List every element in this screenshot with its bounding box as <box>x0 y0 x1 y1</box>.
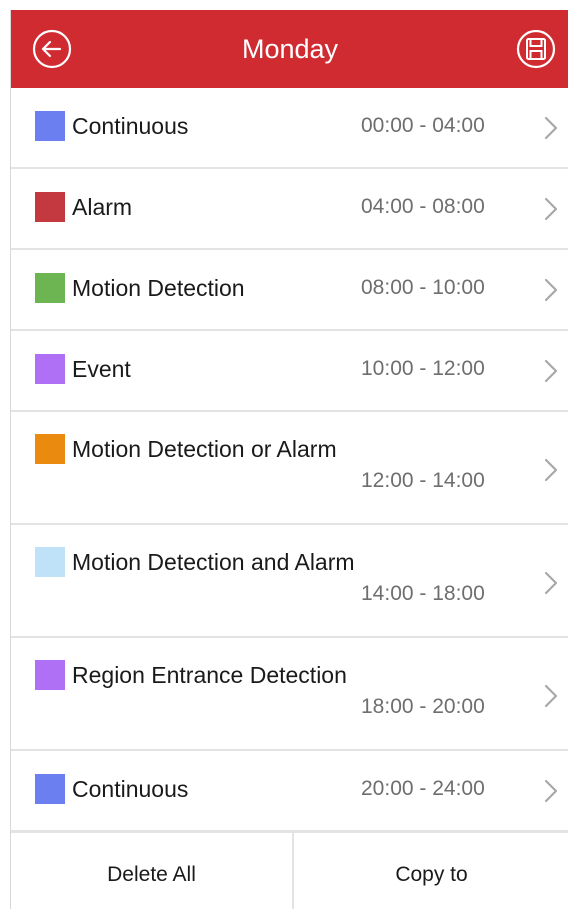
schedule-type-color-swatch <box>35 660 65 690</box>
schedule-type-label: Motion Detection <box>72 275 245 301</box>
header-bar: Monday <box>11 10 568 88</box>
schedule-type-label: Motion Detection or Alarm <box>72 436 337 462</box>
schedule-row[interactable]: Continuous 20:00 - 24:00 <box>11 751 568 832</box>
copy-to-button[interactable]: Copy to <box>294 833 568 909</box>
schedule-type-label: Continuous <box>72 113 189 139</box>
chevron-right-icon <box>544 571 558 595</box>
chevron-right-icon <box>544 197 558 221</box>
schedule-type-label: Alarm <box>72 194 133 220</box>
schedule-row[interactable]: Event 10:00 - 12:00 <box>11 331 568 412</box>
schedule-type-color-swatch <box>35 547 65 577</box>
schedule-row[interactable]: Continuous 00:00 - 04:00 <box>11 88 568 169</box>
schedule-time-range: 10:00 - 12:00 <box>361 357 485 380</box>
chevron-right-icon <box>544 116 558 140</box>
schedule-type-label: Motion Detection and Alarm <box>72 549 355 575</box>
chevron-right-icon <box>544 359 558 383</box>
save-button[interactable] <box>515 28 557 70</box>
schedule-time-range: 00:00 - 04:00 <box>361 114 485 137</box>
schedule-type-color-swatch <box>35 774 65 804</box>
chevron-right-icon <box>544 278 558 302</box>
schedule-time-range: 12:00 - 14:00 <box>361 469 485 492</box>
schedule-time-range: 18:00 - 20:00 <box>361 695 485 718</box>
schedule-row[interactable]: Motion Detection and Alarm 14:00 - 18:00 <box>11 525 568 638</box>
schedule-row[interactable]: Region Entrance Detection 18:00 - 20:00 <box>11 638 568 751</box>
schedule-type-label: Event <box>72 356 131 382</box>
schedule-screen: Monday Continuous 00:00 - 04:00 Alarm 04:00… <box>10 10 568 909</box>
schedule-row[interactable]: Motion Detection or Alarm 12:00 - 14:00 <box>11 412 568 525</box>
save-circle-icon <box>516 29 556 69</box>
schedule-time-range: 08:00 - 10:00 <box>361 276 485 299</box>
schedule-time-range: 20:00 - 24:00 <box>361 777 485 800</box>
delete-all-button[interactable]: Delete All <box>11 833 294 909</box>
schedule-time-range: 14:00 - 18:00 <box>361 582 485 605</box>
page-title: Monday <box>241 34 339 64</box>
schedule-time-range: 04:00 - 08:00 <box>361 195 485 218</box>
schedule-type-color-swatch <box>35 434 65 464</box>
schedule-row[interactable]: Alarm 04:00 - 08:00 <box>11 169 568 250</box>
chevron-right-icon <box>544 779 558 803</box>
chevron-right-icon <box>544 458 558 482</box>
schedule-type-color-swatch <box>35 111 65 141</box>
schedule-type-label: Region Entrance Detection <box>72 662 347 688</box>
schedule-type-label: Continuous <box>72 776 189 802</box>
chevron-right-icon <box>544 684 558 708</box>
schedule-type-color-swatch <box>35 354 65 384</box>
schedule-row[interactable]: Motion Detection 08:00 - 10:00 <box>11 250 568 331</box>
footer-bar: Delete All Copy to <box>11 831 568 909</box>
schedule-type-color-swatch <box>35 192 65 222</box>
schedule-type-color-swatch <box>35 273 65 303</box>
